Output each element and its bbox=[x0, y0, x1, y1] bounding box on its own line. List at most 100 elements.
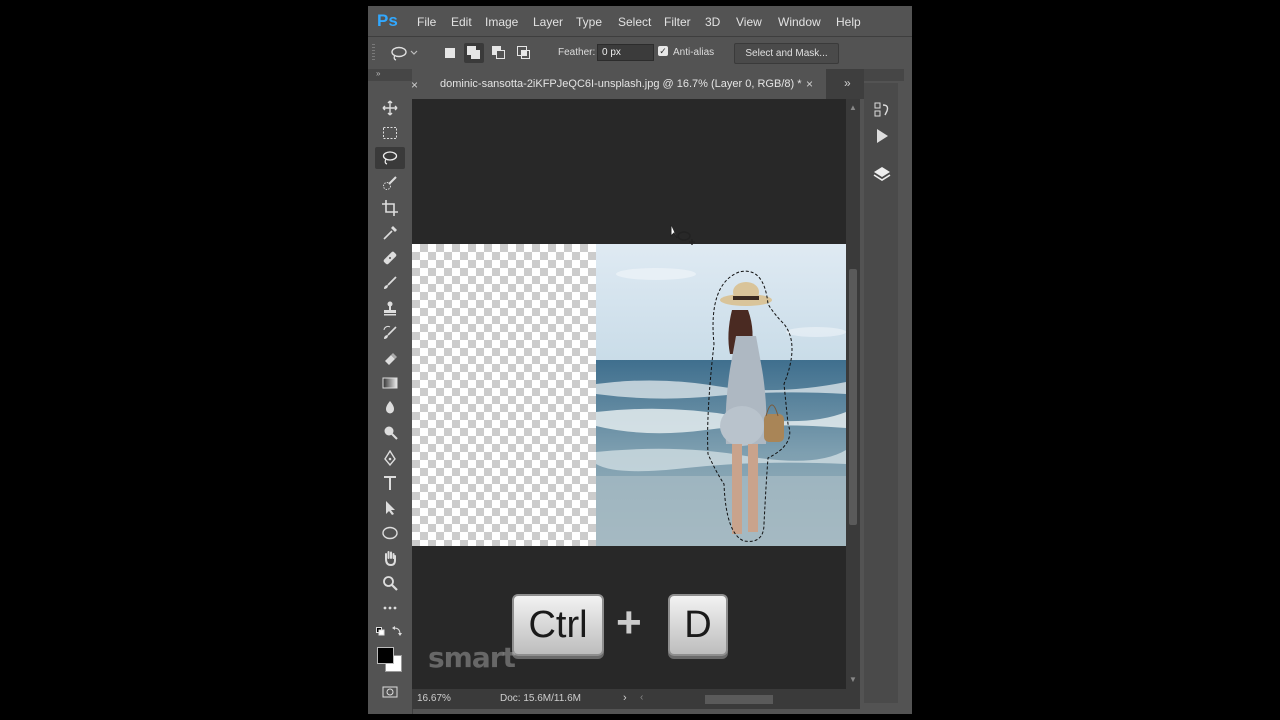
menu-window[interactable]: Window bbox=[778, 15, 821, 29]
quick-selection-tool[interactable] bbox=[375, 172, 405, 194]
tool-preset-picker[interactable] bbox=[390, 45, 422, 61]
history-brush-tool[interactable] bbox=[375, 322, 405, 344]
layers-panel-button[interactable] bbox=[873, 165, 891, 183]
history-brush-icon bbox=[383, 325, 397, 339]
zoom-tool[interactable] bbox=[375, 572, 405, 594]
menu-image[interactable]: Image bbox=[485, 15, 518, 29]
crop-tool[interactable] bbox=[375, 197, 405, 219]
right-panel-dock bbox=[864, 69, 912, 714]
doc-size: Doc: 15.6M/11.6M bbox=[500, 693, 581, 704]
move-icon bbox=[382, 100, 398, 116]
quick-mask-icon bbox=[382, 686, 398, 698]
add-to-selection-button[interactable] bbox=[464, 43, 484, 63]
menu-3d[interactable]: 3D bbox=[705, 15, 720, 29]
clone-stamp-tool[interactable] bbox=[375, 297, 405, 319]
healing-brush-tool[interactable] bbox=[375, 247, 405, 269]
actions-panel-button[interactable] bbox=[873, 127, 891, 145]
menu-select[interactable]: Select bbox=[618, 15, 651, 29]
eraser-icon bbox=[385, 353, 397, 365]
antialias-checkbox[interactable]: ✓ bbox=[658, 46, 668, 56]
lasso-tool[interactable] bbox=[375, 147, 405, 169]
bandage-icon bbox=[383, 251, 397, 265]
pen-tool[interactable] bbox=[375, 447, 405, 469]
type-tool[interactable] bbox=[375, 472, 405, 494]
path-selection-tool[interactable] bbox=[375, 497, 405, 519]
menu-type[interactable]: Type bbox=[576, 15, 602, 29]
blur-tool[interactable] bbox=[375, 397, 405, 419]
hand-icon bbox=[385, 551, 396, 566]
subtract-selection-button[interactable] bbox=[489, 43, 509, 63]
menu-layer[interactable]: Layer bbox=[533, 15, 563, 29]
eyedropper-icon bbox=[383, 226, 397, 240]
options-grip[interactable] bbox=[372, 44, 375, 62]
more-tools-button[interactable] bbox=[375, 597, 405, 619]
image-canvas[interactable] bbox=[412, 244, 846, 546]
swap-colors-icon bbox=[376, 626, 402, 636]
horizontal-scrollbar[interactable]: ‹ bbox=[640, 692, 840, 704]
menu-filter[interactable]: Filter bbox=[664, 15, 691, 29]
tools-panel-header[interactable]: » bbox=[368, 69, 412, 81]
expand-icon: » bbox=[376, 69, 381, 78]
hand-tool[interactable] bbox=[375, 547, 405, 569]
horizontal-scroll-thumb[interactable] bbox=[705, 695, 773, 704]
blur-drop-icon bbox=[386, 401, 394, 414]
smart-watermark-logo: smart bbox=[428, 641, 516, 674]
menu-view[interactable]: View bbox=[736, 15, 762, 29]
collapsed-panels-column bbox=[864, 83, 898, 703]
antialias-label: Anti-alias bbox=[673, 47, 715, 58]
scroll-up-icon[interactable]: ▲ bbox=[849, 103, 857, 112]
scroll-down-icon[interactable]: ▼ bbox=[849, 675, 857, 684]
dock-header[interactable] bbox=[864, 69, 904, 81]
layers-icon bbox=[873, 167, 891, 181]
gradient-tool[interactable] bbox=[375, 372, 405, 394]
menu-bar: Ps File Edit Image Layer Type Select Fil… bbox=[368, 6, 912, 36]
select-and-mask-button[interactable]: Select and Mask... bbox=[734, 43, 839, 64]
menu-edit[interactable]: Edit bbox=[451, 15, 472, 29]
lasso-icon bbox=[382, 151, 398, 165]
ctrl-key: Ctrl bbox=[512, 594, 604, 656]
feather-input[interactable]: 0 px bbox=[597, 44, 654, 61]
history-icon bbox=[874, 102, 889, 117]
feather-label: Feather: bbox=[558, 47, 596, 58]
move-tool[interactable] bbox=[375, 97, 405, 119]
eyedropper-tool[interactable] bbox=[375, 222, 405, 244]
document-tab-bar: × dominic-sansotta-2iKFPJeQC6I-unsplash.… bbox=[411, 69, 864, 99]
d-key: D bbox=[668, 594, 728, 656]
intersect-selection-icon bbox=[517, 46, 530, 59]
brush-tool[interactable] bbox=[375, 272, 405, 294]
keyboard-shortcut-overlay: Ctrl + D bbox=[512, 594, 732, 656]
gradient-icon bbox=[382, 377, 398, 389]
vertical-scroll-thumb[interactable] bbox=[849, 269, 857, 525]
dodge-tool[interactable] bbox=[375, 422, 405, 444]
options-bar: Feather: 0 px ✓ Anti-alias Select and Ma… bbox=[368, 36, 912, 70]
intersect-selection-button[interactable] bbox=[514, 43, 534, 63]
new-selection-button[interactable] bbox=[440, 43, 460, 63]
lasso-cursor-icon bbox=[670, 225, 695, 245]
vertical-scrollbar[interactable]: ▲ ▼ bbox=[846, 99, 860, 689]
collapse-panels-icon[interactable]: » bbox=[844, 76, 851, 90]
document-tab[interactable]: × dominic-sansotta-2iKFPJeQC6I-unsplash.… bbox=[411, 69, 826, 99]
menu-file[interactable]: File bbox=[417, 15, 436, 29]
transparent-region bbox=[412, 244, 596, 546]
tab-close-icon[interactable]: × bbox=[806, 77, 813, 91]
lasso-icon bbox=[391, 46, 418, 61]
subtract-selection-icon bbox=[492, 46, 505, 59]
new-selection-icon bbox=[445, 48, 455, 58]
history-panel-button[interactable] bbox=[873, 101, 891, 119]
status-bar: 16.67% Doc: 15.6M/11.6M › ‹ bbox=[412, 689, 860, 709]
scroll-left-icon[interactable]: ‹ bbox=[640, 692, 643, 703]
eraser-tool[interactable] bbox=[375, 347, 405, 369]
menu-help[interactable]: Help bbox=[836, 15, 861, 29]
play-icon bbox=[877, 129, 888, 143]
status-menu-arrow-icon[interactable]: › bbox=[623, 692, 627, 704]
ellipse-tool[interactable] bbox=[375, 522, 405, 544]
quick-mask-button[interactable] bbox=[375, 681, 405, 703]
marquee-tool[interactable] bbox=[375, 122, 405, 144]
zoom-level[interactable]: 16.67% bbox=[417, 693, 451, 704]
rect-marquee-icon bbox=[383, 127, 397, 139]
color-swatches[interactable] bbox=[377, 647, 403, 673]
plus-sign: + bbox=[616, 598, 642, 647]
foreground-color-swatch[interactable] bbox=[377, 647, 394, 664]
color-swap-controls[interactable] bbox=[376, 625, 404, 637]
panel-close-icon[interactable]: × bbox=[411, 78, 418, 92]
